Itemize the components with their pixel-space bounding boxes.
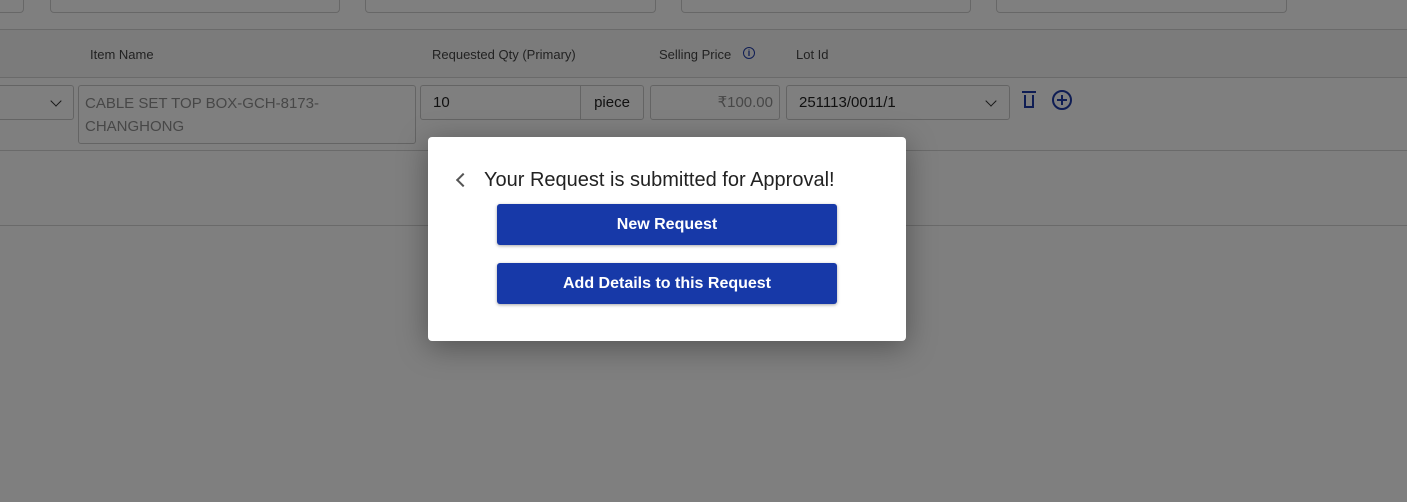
add-details-button[interactable]: Add Details to this Request xyxy=(497,263,837,304)
dialog-title: Your Request is submitted for Approval! xyxy=(484,169,835,191)
chevron-left-icon[interactable] xyxy=(455,172,471,188)
new-request-button[interactable]: New Request xyxy=(497,204,837,245)
approval-dialog: Your Request is submitted for Approval! … xyxy=(428,137,906,341)
